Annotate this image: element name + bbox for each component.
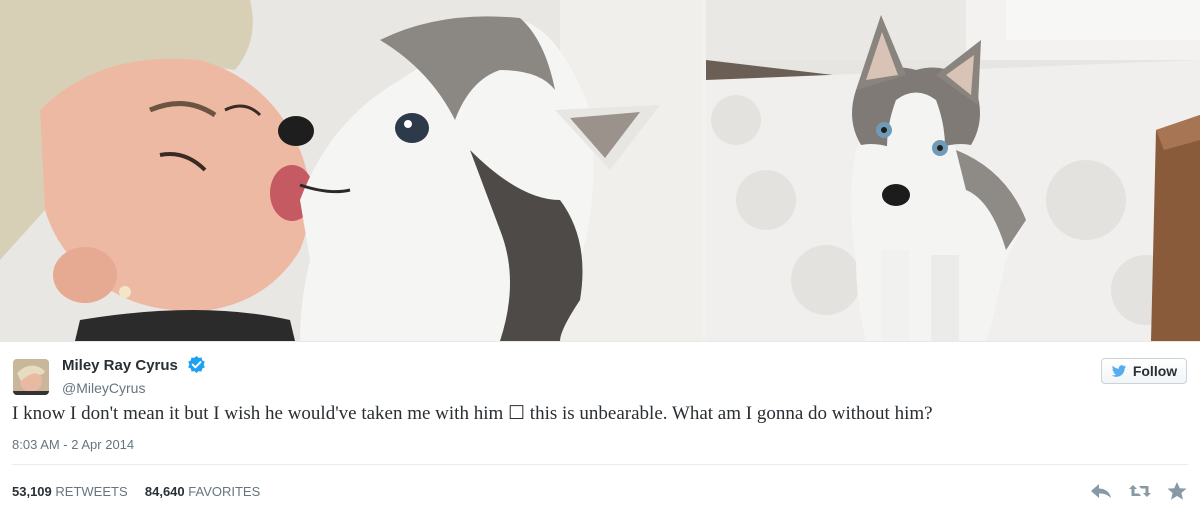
retweet-icon[interactable] — [1128, 481, 1151, 501]
avatar-image — [13, 359, 49, 395]
twitter-bird-icon — [1111, 364, 1126, 377]
author-avatar[interactable] — [13, 359, 49, 395]
divider — [12, 464, 1188, 465]
photo-left[interactable] — [0, 0, 702, 341]
verified-badge-icon — [188, 355, 205, 374]
reply-icon[interactable] — [1090, 481, 1112, 501]
photo-left-image — [0, 0, 702, 341]
follow-button[interactable]: Follow — [1101, 358, 1187, 384]
tweet-text: I know I don't mean it but I wish he wou… — [12, 403, 933, 424]
tweet-stats: 53,109 RETWEETS 84,640 FAVORITES — [12, 484, 260, 499]
tweet-card: Miley Ray Cyrus @MileyCyrus Follow I kno… — [0, 341, 1200, 517]
tweet-media — [0, 0, 1200, 341]
favorite-icon[interactable] — [1166, 481, 1188, 501]
retweets-label[interactable]: RETWEETS — [55, 484, 127, 499]
favorites-count[interactable]: 84,640 — [145, 484, 185, 499]
tweet-actions — [1090, 481, 1188, 501]
photo-right[interactable] — [706, 0, 1200, 341]
retweets-count[interactable]: 53,109 — [12, 484, 52, 499]
photo-right-image — [706, 0, 1200, 341]
favorites-label[interactable]: FAVORITES — [188, 484, 260, 499]
follow-label: Follow — [1132, 363, 1178, 379]
tweet-timestamp[interactable]: 8:03 AM - 2 Apr 2014 — [12, 437, 134, 452]
author-name[interactable]: Miley Ray Cyrus — [62, 357, 178, 374]
author-handle[interactable]: @MileyCyrus — [62, 380, 145, 396]
